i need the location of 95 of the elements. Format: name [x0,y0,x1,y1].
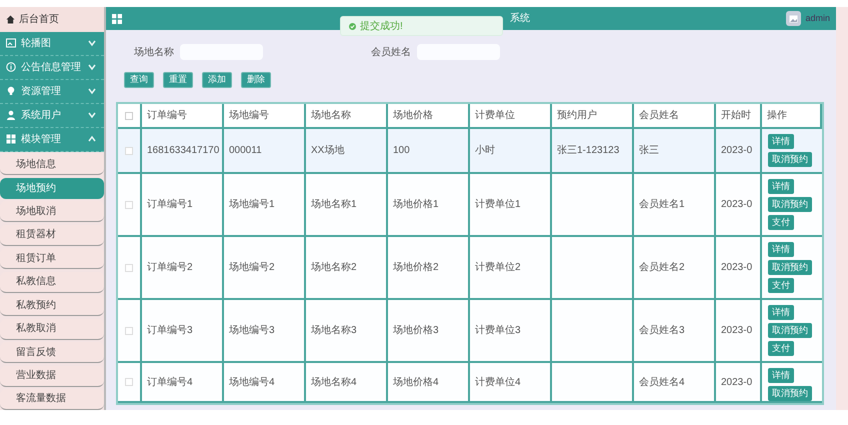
user-name[interactable]: admin [805,12,830,26]
column-header: 场地名称 [306,104,388,127]
field-label: 会员姓名 [371,46,411,60]
table-cell-text: 场地价格1 [393,198,439,212]
table-cell-text: 计费单位2 [475,260,521,275]
checkbox[interactable] [125,264,133,272]
sidebar-item[interactable]: 模块管理 [0,128,104,152]
checkbox[interactable] [125,112,133,120]
table-cell-text: 场地名称2 [311,260,357,275]
table-cell-text: 订单编号2 [147,260,193,275]
table-cell-text: 2023-0 [721,198,752,212]
table-cell-text: 场地价格3 [393,324,439,338]
sidebar-item[interactable]: 系统用户 [0,104,104,128]
table-cell-text: 计费单位4 [475,376,521,390]
user-icon [6,110,16,120]
table-cell-text: 订单编号4 [147,376,193,390]
table-cell-text: 场地编号1 [229,198,275,212]
table-cell-text: 场地名称1 [311,198,357,212]
action-button[interactable]: 取消预约 [768,197,812,212]
action-button[interactable]: 支付 [768,215,794,230]
table-cell-text: 计费单位1 [475,198,521,212]
action-button[interactable]: 取消预约 [768,386,812,401]
column-header: 预约用户 [552,104,634,127]
column-header: 操作 [762,104,822,127]
column-header: 会员姓名 [634,104,716,127]
table-cell-text: 张三1-123123 [557,144,620,158]
toolbar-button[interactable]: 查询 [124,72,154,88]
chevron-down-icon [88,111,96,120]
chevron-down-icon [88,87,96,96]
table-cell-text: 订单编号3 [147,324,193,338]
sidebar-subitem[interactable]: 场地预约 [0,178,104,199]
column-header: 订单编号 [142,104,224,127]
column-header: 开始时 [716,104,762,127]
toolbar-button[interactable]: 添加 [202,72,232,88]
table-cell-text: 场地名称3 [311,324,357,338]
toolbar-button[interactable]: 重置 [163,72,193,88]
action-button[interactable]: 详情 [768,242,794,257]
image-icon [789,14,798,22]
toast-message: 提交成功! [360,20,403,34]
table-cell-text: 会员姓名1 [639,198,685,212]
column-header: 场地编号 [224,104,306,127]
table-cell-text: 场地编号4 [229,376,275,390]
table-cell-text: 2023-0 [721,376,752,390]
sidebar-item[interactable]: 公告信息管理 [0,56,104,80]
table-cell-text: 计费单位3 [475,324,521,338]
check-circle-icon [349,22,356,30]
column-header: 场地价格 [388,104,470,127]
home-icon [6,14,15,24]
toolbar-button[interactable]: 删除 [241,72,271,88]
checkbox[interactable] [125,200,133,208]
chevron-down-icon [88,63,96,72]
table-cell-text: XX场地 [311,144,344,158]
table-cell-text: 场地价格2 [393,260,439,275]
table-cell-text: 张三 [639,144,659,158]
table-cell-text: 场地名称4 [311,376,357,390]
action-button[interactable]: 支付 [768,341,794,356]
chevron-down-icon [88,39,96,48]
table-cell-text: 2023-0 [721,261,752,275]
avatar[interactable] [786,11,802,26]
table-cell-text: 订单编号1 [147,198,193,212]
table-cell-text: 会员姓名2 [639,261,685,275]
checkbox[interactable] [125,326,133,334]
grid-icon [6,134,16,144]
action-button[interactable]: 详情 [768,179,794,194]
column-header: 计费单位 [470,104,552,127]
sidebar-item[interactable]: 后台首页 [0,7,104,32]
table-cell-text: 场地价格4 [393,376,439,390]
chevron-up-icon [88,135,96,144]
app-title: 系统 [510,12,530,26]
sidebar-item[interactable]: 轮播图 [0,32,104,56]
table-cell-text: 000011 [229,144,262,158]
grid-icon[interactable] [112,14,122,24]
table-cell-text: 2023-0 [721,324,752,338]
table-cell-text: 会员姓名3 [639,324,685,338]
action-button[interactable]: 支付 [768,278,794,293]
action-button[interactable]: 详情 [768,305,794,320]
checkbox[interactable] [125,146,133,154]
bulb-icon [6,86,16,96]
action-button[interactable]: 取消预约 [768,152,812,167]
sidebar-item[interactable]: 资源管理 [0,80,104,104]
table-cell-text: 2023-0 [721,144,752,158]
checkbox[interactable] [125,378,133,386]
table-cell-text: 会员姓名4 [639,376,685,390]
field-label: 场地名称 [134,46,174,60]
table-cell-text: 场地编号3 [229,324,275,338]
action-button[interactable]: 取消预约 [768,260,812,275]
action-button[interactable]: 取消预约 [768,323,812,338]
action-button[interactable]: 详情 [768,134,794,149]
table-cell-text: 1681633417170 [147,144,220,158]
table-cell-text: 场地编号2 [229,260,275,275]
table-cell-text: 小时 [475,144,495,158]
action-button[interactable]: 详情 [768,368,794,383]
image-icon [6,38,16,48]
info-icon [6,62,16,72]
table-cell-text: 100 [393,144,410,158]
